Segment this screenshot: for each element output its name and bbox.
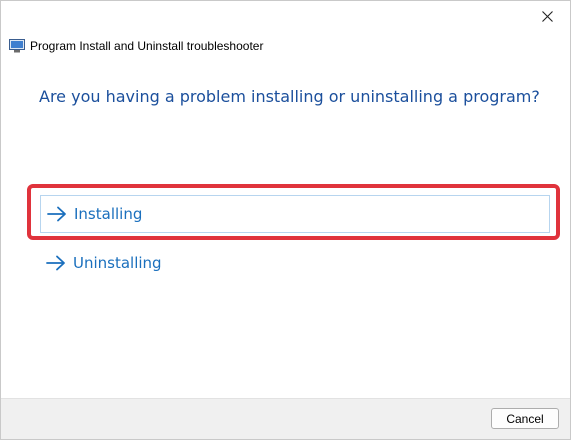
option-installing[interactable]: Installing [40, 195, 550, 233]
troubleshooter-app-icon [9, 39, 25, 53]
troubleshooter-window: Program Install and Uninstall troublesho… [0, 0, 571, 440]
question-heading: Are you having a problem installing or u… [39, 87, 540, 106]
option-uninstalling[interactable]: Uninstalling [40, 244, 550, 282]
arrow-right-icon [46, 255, 65, 271]
footer-bar: Cancel [1, 398, 570, 439]
close-button[interactable] [524, 1, 570, 31]
wizard-header: Program Install and Uninstall troublesho… [9, 38, 263, 54]
cancel-button[interactable]: Cancel [491, 408, 559, 429]
option-installing-label: Installing [74, 205, 143, 223]
option-uninstalling-label: Uninstalling [73, 254, 162, 272]
close-icon [541, 10, 553, 22]
arrow-right-icon [47, 206, 66, 222]
wizard-title: Program Install and Uninstall troublesho… [30, 39, 264, 53]
title-bar [1, 1, 570, 31]
